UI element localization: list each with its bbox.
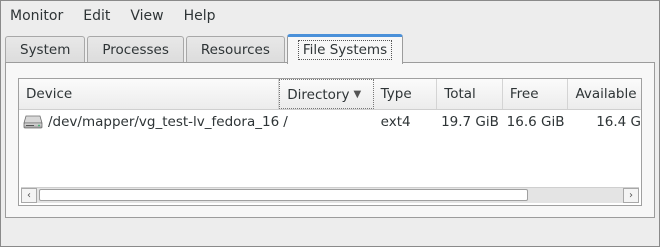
tab-processes-label: Processes <box>102 42 169 58</box>
tab-system-label: System <box>20 42 71 58</box>
free-value: 16.6 GiB <box>506 114 565 130</box>
tab-file-systems-label: File Systems <box>297 40 393 60</box>
column-header-total-label: Total <box>444 86 476 102</box>
column-header-total[interactable]: Total <box>437 79 503 109</box>
tab-bar: System Processes Resources File Systems <box>5 33 405 64</box>
horizontal-scrollbar[interactable]: ‹ › <box>21 187 639 203</box>
column-header-available-label: Available <box>575 86 637 102</box>
menu-edit[interactable]: Edit <box>73 1 120 31</box>
column-header-free[interactable]: Free <box>503 79 569 109</box>
cell-total: 19.7 GiB <box>437 110 503 134</box>
table-header: Device Directory ▼ Type Total Free Availa… <box>19 79 641 110</box>
cell-free: 16.6 GiB <box>503 110 569 134</box>
menubar: Monitor Edit View Help <box>1 1 659 31</box>
tab-resources[interactable]: Resources <box>185 36 285 63</box>
system-monitor-window: Monitor Edit View Help System Processes … <box>0 0 660 247</box>
column-header-type[interactable]: Type <box>374 79 438 109</box>
tab-processes[interactable]: Processes <box>87 36 184 63</box>
window-footer <box>1 219 659 246</box>
total-value: 19.7 GiB <box>441 114 499 130</box>
menu-monitor[interactable]: Monitor <box>1 1 73 31</box>
device-name: /dev/mapper/vg_test-lv_fedora_16 <box>48 114 280 130</box>
file-systems-table: Device Directory ▼ Type Total Free Availa… <box>18 78 642 206</box>
cell-type: ext4 <box>374 110 438 134</box>
table-row[interactable]: /dev/mapper/vg_test-lv_fedora_16 / ext4 … <box>19 110 641 134</box>
chevron-left-icon: ‹ <box>27 190 31 201</box>
menu-help[interactable]: Help <box>174 1 226 31</box>
scrollbar-thumb[interactable] <box>39 189 528 201</box>
harddisk-icon <box>23 115 43 129</box>
column-header-directory-label: Directory <box>287 87 350 103</box>
chevron-right-icon: › <box>629 190 633 201</box>
cell-directory: / <box>279 110 373 134</box>
column-header-available[interactable]: Available <box>568 79 641 109</box>
column-header-device[interactable]: Device <box>19 79 280 109</box>
scroll-right-button[interactable]: › <box>623 188 639 203</box>
available-value: 16.4 G <box>596 114 641 130</box>
file-systems-page: Device Directory ▼ Type Total Free Availa… <box>5 62 655 218</box>
tab-file-systems[interactable]: File Systems <box>286 34 404 64</box>
column-header-directory[interactable]: Directory ▼ <box>279 79 374 109</box>
column-header-type-label: Type <box>380 86 412 102</box>
cell-device: /dev/mapper/vg_test-lv_fedora_16 <box>19 110 279 134</box>
column-header-device-label: Device <box>26 86 73 102</box>
menu-view[interactable]: View <box>120 1 173 31</box>
tab-system[interactable]: System <box>5 36 86 63</box>
column-header-free-label: Free <box>509 86 539 102</box>
scroll-left-button[interactable]: ‹ <box>21 188 37 203</box>
tab-resources-label: Resources <box>200 42 270 58</box>
type-value: ext4 <box>380 114 411 130</box>
sort-descending-icon: ▼ <box>353 89 362 100</box>
directory-value: / <box>283 114 288 130</box>
cell-available: 16.4 G <box>568 110 641 134</box>
